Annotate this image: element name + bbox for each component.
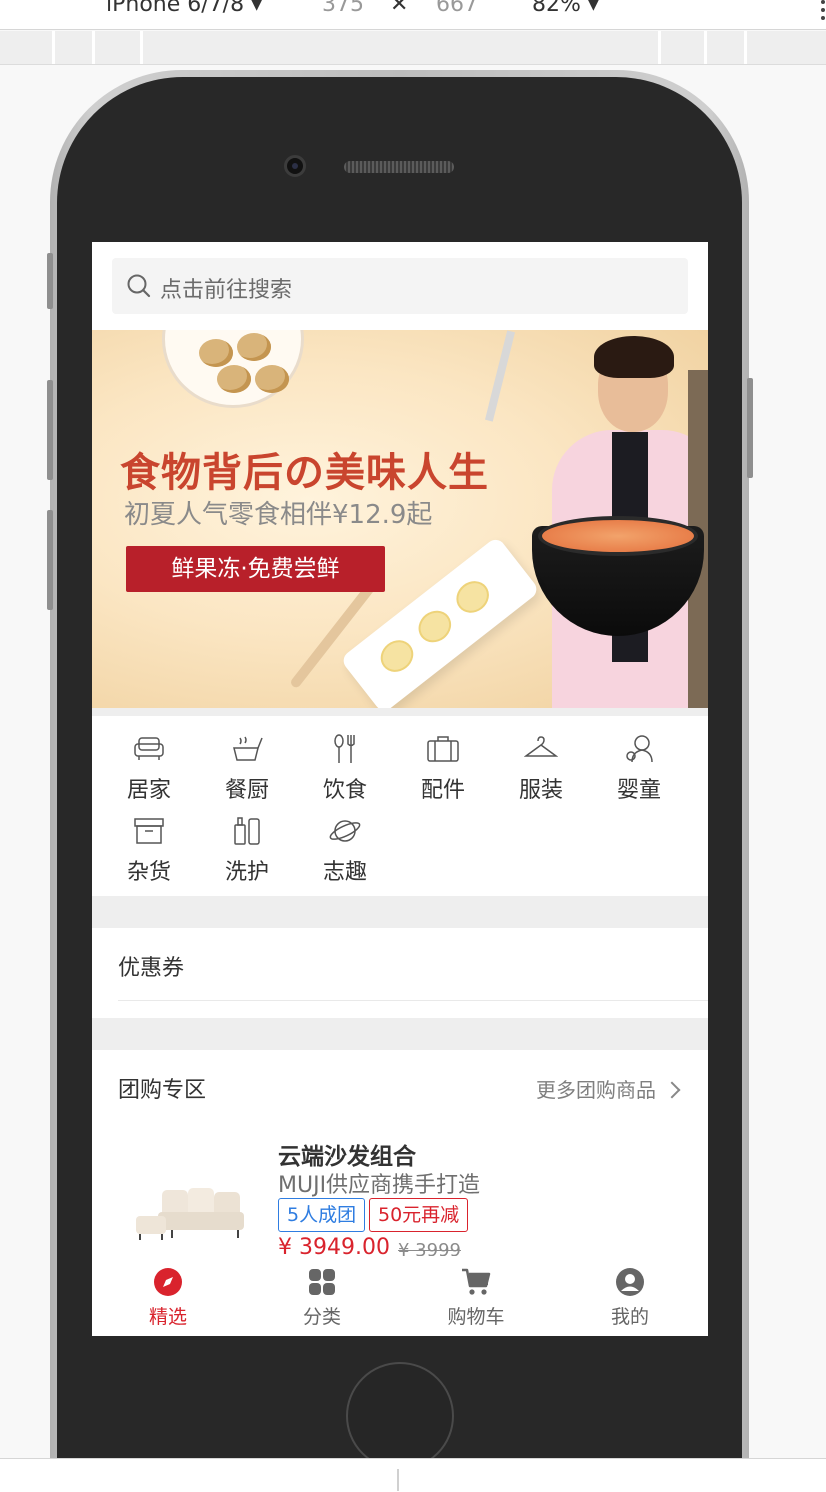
user-icon bbox=[616, 1268, 644, 1296]
category-label: 志趣 bbox=[322, 860, 367, 885]
tab-label: 我的 bbox=[610, 1306, 649, 1328]
banner-title: 食物背后の美味人生 bbox=[120, 449, 489, 496]
category-care[interactable]: 洗护 bbox=[208, 814, 296, 894]
bottles-icon bbox=[234, 817, 260, 845]
carousel-indicator[interactable] bbox=[376, 686, 385, 695]
chevron-right-icon bbox=[663, 1081, 681, 1099]
search-icon bbox=[127, 274, 151, 298]
volume-down-button bbox=[47, 510, 53, 610]
search-placeholder: 点击前往搜索 bbox=[160, 278, 293, 303]
category-label: 饮食 bbox=[322, 778, 367, 803]
tab-cart[interactable]: 购物车 bbox=[426, 1266, 526, 1329]
category-clothing[interactable]: 服装 bbox=[502, 732, 590, 812]
category-kitchen[interactable]: 餐厨 bbox=[208, 732, 296, 812]
more-group-buy-link[interactable]: 更多团购商品 bbox=[536, 1074, 681, 1103]
power-button bbox=[747, 378, 753, 478]
devtools-toolbar: iPhone 6/7/8 ▾ 375 ✕ 667 82% ▾ bbox=[0, 0, 826, 30]
category-label: 居家 bbox=[126, 778, 171, 803]
tab-label: 分类 bbox=[302, 1306, 341, 1328]
hanger-icon bbox=[524, 736, 558, 757]
more-label: 更多团购商品 bbox=[536, 1078, 656, 1102]
zoom-select[interactable]: 82% ▾ bbox=[532, 0, 599, 17]
briefcase-icon bbox=[427, 736, 459, 762]
volume-up-button bbox=[47, 380, 53, 480]
group-size-badge: 5人成团 bbox=[278, 1198, 366, 1232]
viewport-width[interactable]: 375 bbox=[322, 0, 364, 17]
banner-cta-button[interactable]: 鲜果冻·免费尝鲜 bbox=[126, 546, 385, 592]
storage-box-icon bbox=[134, 818, 164, 844]
cookie-plate-image bbox=[162, 330, 304, 408]
coupons-title[interactable]: 优惠券 bbox=[118, 950, 184, 982]
category-label: 配件 bbox=[420, 778, 465, 803]
bottom-tab-bar: 精选 分类 购物车 我的 bbox=[92, 1256, 708, 1336]
promo-banner[interactable]: 食物背后の美味人生 初夏人气零食相伴¥12.9起 鲜果冻·免费尝鲜 bbox=[92, 330, 708, 708]
grid-icon bbox=[309, 1269, 335, 1295]
viewport-height[interactable]: 667 bbox=[436, 0, 478, 17]
mute-switch bbox=[47, 253, 53, 309]
tab-categories[interactable]: 分类 bbox=[272, 1266, 372, 1329]
tongs-image bbox=[484, 330, 516, 422]
utensils-icon bbox=[334, 734, 355, 763]
earpiece-speaker bbox=[344, 161, 454, 173]
baby-icon bbox=[626, 735, 653, 763]
category-label: 餐厨 bbox=[224, 778, 269, 803]
media-query-ruler bbox=[0, 31, 826, 65]
search-bar: 点击前往搜索 bbox=[92, 242, 708, 330]
devtools-bottom-bar bbox=[0, 1458, 826, 1492]
cart-icon bbox=[462, 1268, 491, 1295]
tab-featured[interactable]: 精选 bbox=[118, 1266, 218, 1329]
category-groceries[interactable]: 杂货 bbox=[110, 814, 198, 894]
category-food[interactable]: 饮食 bbox=[306, 732, 394, 812]
planet-icon bbox=[329, 820, 361, 842]
search-input[interactable]: 点击前往搜索 bbox=[112, 258, 688, 314]
sofa-product-image[interactable] bbox=[132, 1182, 252, 1252]
tab-label: 精选 bbox=[148, 1306, 187, 1328]
front-camera bbox=[284, 155, 306, 177]
category-label: 洗护 bbox=[224, 860, 269, 885]
home-button[interactable] bbox=[346, 1362, 454, 1470]
tab-profile[interactable]: 我的 bbox=[580, 1266, 680, 1329]
banner-subtitle: 初夏人气零食相伴¥12.9起 bbox=[124, 500, 433, 530]
product-name[interactable]: 云端沙发组合 bbox=[278, 1137, 416, 1171]
device-select[interactable]: iPhone 6/7/8 ▾ bbox=[106, 0, 262, 17]
app-screen: 点击前往搜索 食物背后の美味人生 初夏人气零食相伴¥12.9起 鲜果冻·免费尝鲜 bbox=[92, 242, 708, 1336]
category-home[interactable]: 居家 bbox=[110, 732, 198, 812]
sofa-icon bbox=[134, 737, 164, 760]
category-label: 服装 bbox=[518, 778, 563, 803]
more-options-icon[interactable] bbox=[820, 0, 826, 20]
category-label: 杂货 bbox=[126, 860, 171, 885]
tab-label: 购物车 bbox=[447, 1306, 505, 1328]
category-baby[interactable]: 婴童 bbox=[600, 732, 688, 812]
dimensions-times-icon: ✕ bbox=[390, 0, 409, 17]
category-label: 婴童 bbox=[616, 778, 661, 803]
kitchen-pot-icon bbox=[233, 736, 263, 761]
compass-icon bbox=[154, 1268, 182, 1296]
product-subtitle: MUJI供应商携手打造 bbox=[278, 1173, 481, 1198]
group-buy-title: 团购专区 bbox=[118, 1078, 207, 1103]
category-accessories[interactable]: 配件 bbox=[404, 732, 492, 812]
category-interests[interactable]: 志趣 bbox=[306, 814, 394, 894]
discount-badge: 50元再减 bbox=[369, 1198, 469, 1232]
